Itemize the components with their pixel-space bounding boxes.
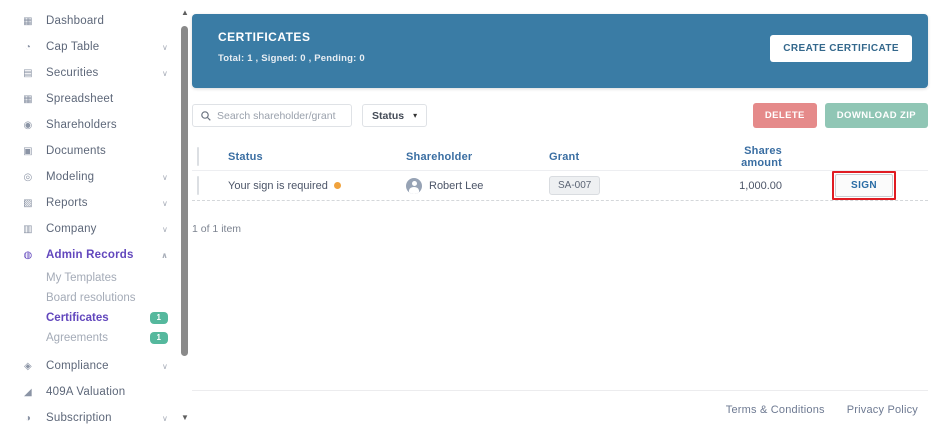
chevron-down-icon: ∨ bbox=[161, 68, 168, 78]
dollar-icon: ◑ bbox=[24, 412, 32, 424]
chevron-up-icon: ∧ bbox=[161, 250, 168, 260]
sidebar-item-certificates[interactable]: Certificates 1 bbox=[0, 308, 178, 328]
grant-chip[interactable]: SA-007 bbox=[549, 176, 601, 195]
spreadsheet-icon: ▦ bbox=[23, 93, 33, 105]
page-title: CERTIFICATES bbox=[218, 30, 311, 44]
sign-button-highlight: SIGN bbox=[832, 171, 897, 200]
terms-link[interactable]: Terms & Conditions bbox=[726, 404, 825, 416]
dashboard-icon: ▦ bbox=[23, 15, 33, 27]
chevron-down-icon: ∨ bbox=[161, 361, 168, 371]
sidebar-item-board-resolutions[interactable]: Board resolutions bbox=[0, 288, 178, 308]
chart-icon: ◢ bbox=[24, 386, 32, 398]
sidebar-item-securities[interactable]: ▤ Securities ∨ bbox=[0, 60, 178, 86]
sidebar-item-admin-records[interactable]: ◍ Admin Records ∧ bbox=[0, 242, 178, 268]
sign-button[interactable]: SIGN bbox=[835, 174, 894, 197]
status-cell: Your sign is required bbox=[228, 180, 406, 192]
main-content: CERTIFICATES Total: 1 , Signed: 0 , Pend… bbox=[192, 0, 928, 430]
column-header-shares-amount: Shares amount bbox=[741, 144, 782, 169]
chevron-down-icon: ∨ bbox=[161, 413, 168, 423]
caret-down-icon: ▾ bbox=[413, 111, 418, 120]
table-row: Your sign is required Robert Lee SA-007 … bbox=[192, 171, 928, 201]
chevron-down-icon: ∨ bbox=[161, 224, 168, 234]
search-box bbox=[192, 104, 352, 127]
sidebar-item-company[interactable]: ▥ Company ∨ bbox=[0, 216, 178, 242]
shareholder-cell: Robert Lee bbox=[406, 177, 549, 194]
avatar bbox=[406, 177, 422, 194]
sidebar-item-409a-valuation[interactable]: ◢ 409A Valuation bbox=[0, 379, 178, 405]
sidebar-item-cap-table[interactable]: ◔ Cap Table ∨ bbox=[0, 34, 178, 60]
sidebar-item-dashboard[interactable]: ▦ Dashboard bbox=[0, 8, 178, 34]
sidebar-item-reports[interactable]: ▨ Reports ∨ bbox=[0, 190, 178, 216]
pending-status-dot bbox=[333, 182, 341, 189]
sidebar-item-modeling[interactable]: ◎ Modeling ∨ bbox=[0, 164, 178, 190]
scroll-up-arrow[interactable]: ▲ bbox=[180, 8, 190, 17]
shares-amount-cell: 1,000.00 bbox=[739, 179, 782, 192]
search-icon bbox=[201, 110, 211, 121]
sidebar-item-shareholders[interactable]: ◉ Shareholders bbox=[0, 112, 178, 138]
sidebar-item-spreadsheet[interactable]: ▦ Spreadsheet bbox=[0, 86, 178, 112]
create-certificate-button[interactable]: CREATE CERTIFICATE bbox=[770, 35, 912, 62]
chevron-down-icon: ∨ bbox=[161, 42, 168, 52]
scroll-down-arrow[interactable]: ▼ bbox=[180, 413, 190, 422]
app-window: ▦ Dashboard ◔ Cap Table ∨ ▤ Securities ∨… bbox=[0, 0, 940, 430]
certificates-summary: Total: 1 , Signed: 0 , Pending: 0 bbox=[218, 53, 365, 64]
folder-icon: ▣ bbox=[23, 145, 33, 157]
chevron-down-icon: ∨ bbox=[161, 198, 168, 208]
vertical-scrollbar: ▲ ▼ bbox=[179, 6, 191, 424]
sidebar: ▦ Dashboard ◔ Cap Table ∨ ▤ Securities ∨… bbox=[0, 0, 178, 430]
column-header-grant: Grant bbox=[549, 150, 580, 163]
shield-icon: ◈ bbox=[24, 360, 32, 372]
sidebar-item-agreements[interactable]: Agreements 1 bbox=[0, 328, 178, 348]
records-icon: ◍ bbox=[23, 249, 33, 261]
certificates-count-badge: 1 bbox=[149, 312, 168, 324]
building-icon: ▥ bbox=[23, 223, 33, 235]
column-header-shareholder: Shareholder bbox=[406, 150, 473, 163]
sidebar-item-documents[interactable]: ▣ Documents bbox=[0, 138, 178, 164]
pie-chart-icon: ◔ bbox=[24, 41, 32, 53]
person-icon: ◉ bbox=[23, 119, 33, 131]
toolbar: Status ▾ DELETE DOWNLOAD ZIP bbox=[192, 103, 928, 128]
pagination-summary: 1 of 1 item bbox=[192, 223, 242, 235]
column-header-status: Status bbox=[228, 150, 263, 163]
search-input[interactable] bbox=[217, 109, 343, 122]
scrollbar-thumb[interactable] bbox=[181, 26, 188, 356]
chevron-down-icon: ∨ bbox=[161, 172, 168, 182]
delete-button[interactable]: DELETE bbox=[752, 103, 817, 128]
select-all-checkbox[interactable] bbox=[197, 146, 199, 166]
lightbulb-icon: ◎ bbox=[23, 171, 33, 183]
download-zip-button[interactable]: DOWNLOAD ZIP bbox=[824, 103, 928, 128]
certificates-header-panel: CERTIFICATES Total: 1 , Signed: 0 , Pend… bbox=[192, 14, 928, 88]
report-icon: ▨ bbox=[23, 197, 33, 209]
table-header-row: Status Shareholder Grant Shares amount bbox=[192, 143, 928, 171]
privacy-link[interactable]: Privacy Policy bbox=[847, 404, 918, 416]
status-filter-dropdown[interactable]: Status ▾ bbox=[362, 104, 428, 127]
sidebar-item-subscription[interactable]: ◑ Subscription ∨ bbox=[0, 405, 178, 430]
agreements-count-badge: 1 bbox=[149, 332, 168, 344]
grant-cell: SA-007 bbox=[549, 176, 713, 195]
clipboard-icon: ▤ bbox=[23, 67, 33, 79]
action-cell: SIGN bbox=[832, 171, 928, 200]
sidebar-item-compliance[interactable]: ◈ Compliance ∨ bbox=[0, 353, 178, 379]
row-checkbox[interactable] bbox=[197, 175, 199, 195]
footer: Terms & Conditions Privacy Policy bbox=[192, 390, 928, 416]
sidebar-item-my-templates[interactable]: My Templates bbox=[0, 268, 178, 288]
